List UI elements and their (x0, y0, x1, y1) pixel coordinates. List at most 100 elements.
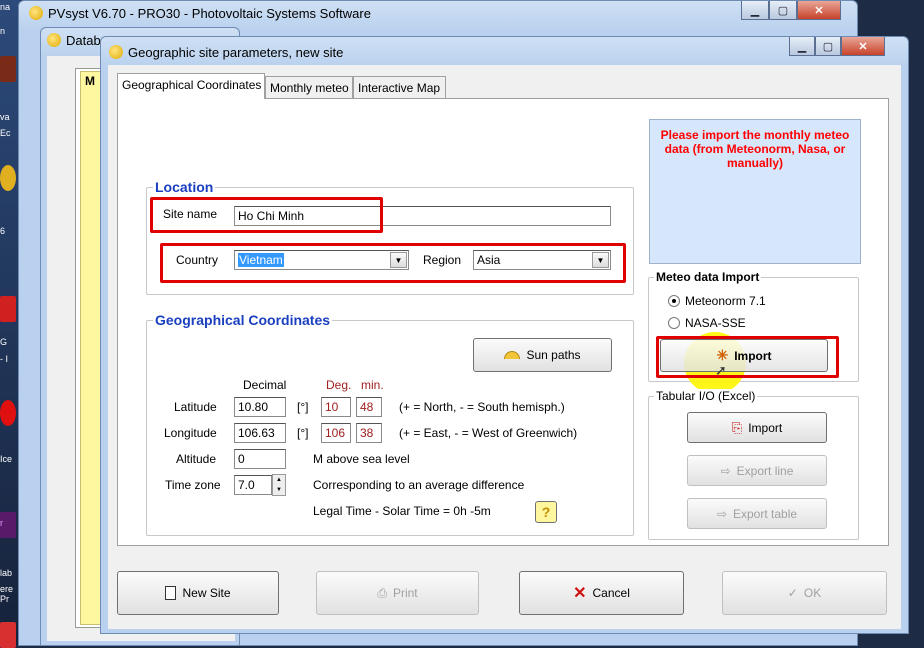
help-button[interactable]: ? (535, 501, 557, 523)
database-list-letter: M (85, 74, 95, 88)
ok-button[interactable]: ✓ OK (722, 571, 887, 615)
export-table-label: Export table (733, 506, 798, 521)
meteo-import-label: Import (734, 348, 772, 363)
maximize-button[interactable]: ▢ (769, 1, 797, 20)
desktop-label: r (0, 518, 3, 528)
meteo-notice: Please import the monthly meteo data (fr… (649, 119, 861, 264)
site-name-input[interactable]: Ho Chi Minh (234, 206, 611, 226)
checkmark-icon: ✓ (787, 586, 798, 600)
latitude-hint: (+ = North, - = South hemisph.) (399, 400, 565, 414)
chevron-down-icon[interactable]: ▼ (592, 252, 609, 268)
region-value: Asia (477, 253, 501, 267)
legal-time-text: Legal Time - Solar Time = 0h -5m (313, 504, 491, 518)
desktop-app-icon[interactable] (0, 622, 16, 648)
new-site-label: New Site (182, 586, 231, 600)
maximize-button[interactable]: ▢ (815, 37, 841, 56)
longitude-hint: (+ = East, - = West of Greenwich) (399, 426, 578, 440)
latitude-unit: [°] (297, 400, 309, 414)
desktop-label: va (0, 112, 10, 122)
cancel-button[interactable]: ✕ Cancel (519, 571, 684, 615)
desktop-label: n (0, 26, 6, 36)
time-zone-hint: Corresponding to an average difference (313, 478, 525, 492)
time-zone-input[interactable]: 7.0 (234, 475, 272, 495)
close-button[interactable]: ✕ (841, 37, 885, 56)
geo-coordinates-title: Geographical Coordinates (153, 312, 333, 328)
decimal-column-header: Decimal (243, 378, 287, 392)
region-select[interactable]: Asia ▼ (473, 250, 611, 270)
database-window-title: Datab (66, 33, 101, 48)
export-line-button[interactable]: ⇨ Export line (687, 455, 827, 486)
new-document-icon (165, 586, 177, 600)
longitude-degrees-input[interactable]: 106 (321, 423, 351, 443)
latitude-input[interactable]: 10.80 (234, 397, 286, 417)
desktop-label: na (0, 2, 11, 12)
tabular-import-button[interactable]: ⎘ Import (687, 412, 827, 443)
meteonorm-radio[interactable] (668, 295, 680, 307)
latitude-label: Latitude (174, 400, 217, 414)
red-x-icon: ✕ (573, 585, 587, 602)
tabular-import-label: Import (748, 420, 783, 435)
region-label: Region (423, 253, 462, 267)
longitude-unit: [°] (297, 426, 309, 440)
latitude-minutes-input[interactable]: 48 (356, 397, 382, 417)
sun-paths-label: Sun paths (526, 348, 581, 362)
nasa-sse-radio[interactable] (668, 317, 680, 329)
site-name-label: Site name (163, 207, 218, 221)
main-window-title: PVsyst V6.70 - PRO30 - Photovoltaic Syst… (48, 6, 371, 21)
print-label: Print (392, 586, 418, 600)
desktop-app-icon[interactable] (0, 400, 16, 426)
latitude-degrees-input[interactable]: 10 (321, 397, 351, 417)
desktop-label: Ice (0, 454, 13, 464)
desktop-app-icon[interactable] (0, 296, 16, 322)
pvsyst-logo-icon (29, 6, 43, 20)
chevron-up-icon[interactable]: ▲ (276, 477, 282, 483)
location-title: Location (153, 179, 216, 195)
time-zone-label: Time zone (165, 478, 221, 492)
minimize-button[interactable]: ▁ (789, 37, 815, 56)
desktop-label: G (0, 337, 8, 347)
pvsyst-logo-icon (109, 45, 123, 59)
close-button[interactable]: ✕ (797, 1, 841, 20)
desktop-label: 6 (0, 226, 6, 236)
degrees-column-header: Deg. (326, 378, 352, 392)
tab-monthly-meteo[interactable]: Monthly meteo (265, 76, 353, 98)
mouse-cursor-icon: ➚ (715, 362, 727, 378)
desktop-app-icon[interactable] (0, 165, 16, 191)
longitude-minutes-input[interactable]: 38 (356, 423, 382, 443)
dialog-title: Geographic site parameters, new site (128, 45, 344, 60)
print-button[interactable]: ⎙ Print (316, 571, 479, 615)
desktop-app-icon[interactable] (0, 56, 16, 82)
time-zone-stepper[interactable]: ▲ ▼ (272, 474, 286, 496)
country-select[interactable]: Vietnam ▼ (234, 250, 409, 270)
minimize-button[interactable]: ▁ (741, 1, 769, 20)
desktop-label: Ec (0, 128, 11, 138)
tabular-io-title: Tabular I/O (Excel) (654, 389, 758, 403)
meteo-import-button[interactable]: ✳ Import (660, 339, 828, 372)
pvsyst-logo-icon (47, 33, 61, 47)
chevron-down-icon[interactable]: ▼ (390, 252, 407, 268)
desktop-label: lab (0, 568, 13, 578)
desktop-strip: na n va Ec 6 G - I Ice r lab ere Pr (0, 0, 20, 648)
tab-geographical-coordinates[interactable]: Geographical Coordinates (117, 73, 265, 99)
chevron-down-icon[interactable]: ▼ (276, 487, 282, 493)
ok-label: OK (803, 586, 822, 600)
export-table-button[interactable]: ⇨ Export table (687, 498, 827, 529)
meteonorm-label: Meteonorm 7.1 (685, 294, 766, 308)
altitude-label: Altitude (176, 452, 217, 466)
import-file-icon: ⎘ (731, 419, 743, 435)
desktop-label: - I (0, 354, 8, 364)
sun-paths-button[interactable]: Sun paths (473, 338, 612, 372)
desktop-label: ere Pr (0, 584, 14, 604)
altitude-input[interactable]: 0 (234, 449, 286, 469)
export-line-label: Export line (736, 463, 794, 478)
country-label: Country (176, 253, 219, 267)
sun-icon (504, 351, 521, 359)
longitude-label: Longitude (164, 426, 217, 440)
tab-interactive-map[interactable]: Interactive Map (353, 76, 446, 98)
longitude-input[interactable]: 106.63 (234, 423, 286, 443)
new-site-button[interactable]: New Site (117, 571, 279, 615)
printer-icon: ⎙ (377, 585, 387, 600)
cancel-label: Cancel (592, 586, 630, 600)
export-icon: ⇨ (720, 463, 731, 478)
minutes-column-header: min. (361, 378, 384, 392)
